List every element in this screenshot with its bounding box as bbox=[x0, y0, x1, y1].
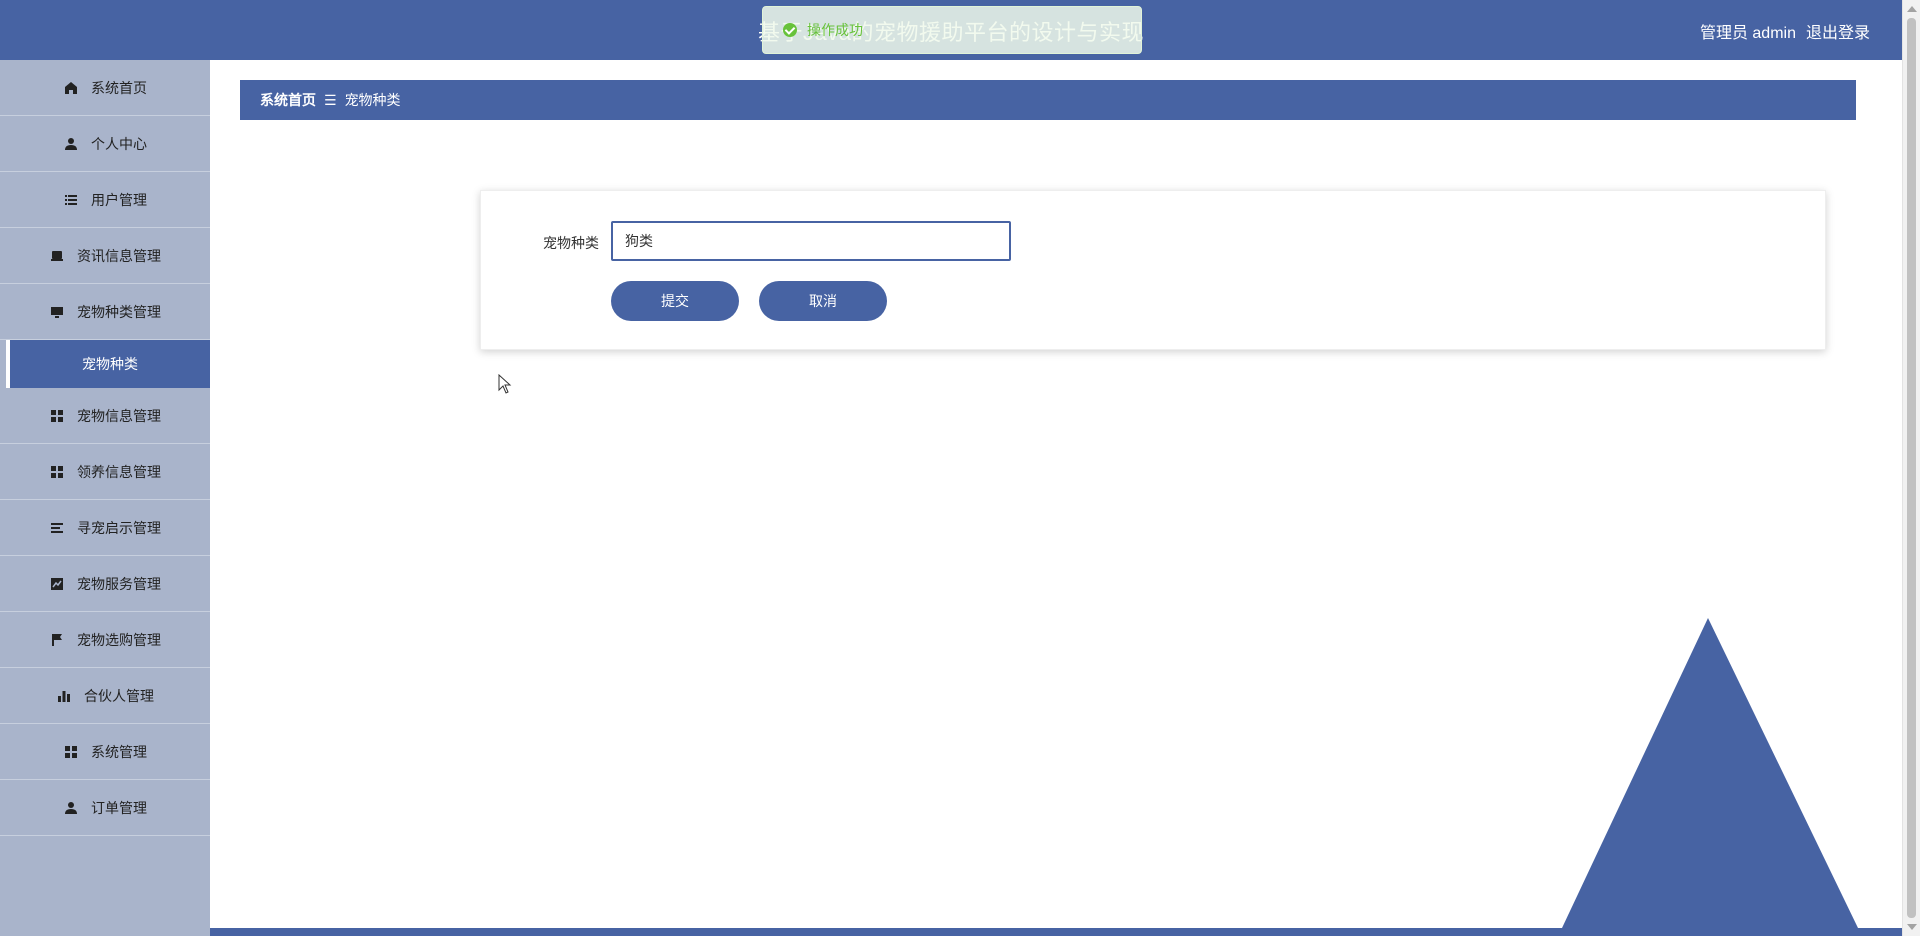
flag-icon bbox=[49, 632, 65, 648]
home-icon bbox=[63, 80, 79, 96]
sidebar-item-label: 系统管理 bbox=[91, 743, 147, 760]
list-icon bbox=[49, 520, 65, 536]
breadcrumb-separator: ☰ bbox=[324, 91, 337, 108]
sidebar-item-pet-info[interactable]: 宠物信息管理 bbox=[0, 388, 210, 444]
sidebar-item-label: 订单管理 bbox=[91, 799, 147, 816]
sidebar-item-orders[interactable]: 订单管理 bbox=[0, 780, 210, 836]
check-circle-icon bbox=[783, 23, 797, 37]
sidebar-item-label: 领养信息管理 bbox=[77, 463, 161, 480]
pet-category-label: 宠物种类 bbox=[543, 235, 599, 251]
decorative-triangle bbox=[1562, 618, 1858, 928]
scroll-up-arrow-icon[interactable] bbox=[1907, 6, 1917, 12]
user-area: 管理员 admin 退出登录 bbox=[1700, 19, 1870, 43]
sidebar-item-pet-service[interactable]: 宠物服务管理 bbox=[0, 556, 210, 612]
sidebar-subitem-pet-category[interactable]: 宠物种类 bbox=[6, 340, 210, 388]
bar-chart-icon bbox=[56, 688, 72, 704]
pet-category-input[interactable] bbox=[611, 221, 1011, 261]
logout-link[interactable]: 退出登录 bbox=[1806, 19, 1870, 43]
sidebar-item-label: 宠物选购管理 bbox=[77, 631, 161, 648]
mouse-pointer-icon bbox=[498, 374, 512, 394]
sidebar-item-label: 系统首页 bbox=[91, 79, 147, 96]
chart-icon bbox=[49, 576, 65, 592]
scrollbar-thumb[interactable] bbox=[1907, 18, 1916, 918]
sidebar-item-label: 用户管理 bbox=[91, 191, 147, 208]
breadcrumb-home[interactable]: 系统首页 bbox=[260, 90, 316, 110]
sidebar-item-label: 宠物信息管理 bbox=[77, 407, 161, 424]
bottom-bar bbox=[210, 928, 1902, 936]
sidebar-item-partners[interactable]: 合伙人管理 bbox=[0, 668, 210, 724]
sidebar-item-home[interactable]: 系统首页 bbox=[0, 60, 210, 116]
success-toast: 操作成功 bbox=[762, 6, 1142, 54]
user-label: 管理员 admin bbox=[1699, 25, 1796, 42]
sidebar-item-pet-shop[interactable]: 宠物选购管理 bbox=[0, 612, 210, 668]
toast-message: 操作成功 bbox=[807, 22, 863, 38]
sidebar-item-label: 合伙人管理 bbox=[84, 687, 154, 704]
grid-icon bbox=[49, 464, 65, 480]
sidebar-item-label: 寻宠启示管理 bbox=[77, 519, 161, 536]
sidebar-item-system[interactable]: 系统管理 bbox=[0, 724, 210, 780]
pet-category-form: 宠物种类 提交 取消 bbox=[480, 190, 1826, 350]
sidebar-item-label: 宠物种类管理 bbox=[77, 303, 161, 320]
sidebar-item-users[interactable]: 用户管理 bbox=[0, 172, 210, 228]
sidebar-item-label: 资讯信息管理 bbox=[77, 247, 161, 264]
sidebar-item-profile[interactable]: 个人中心 bbox=[0, 116, 210, 172]
user-icon bbox=[63, 800, 79, 816]
scroll-down-arrow-icon[interactable] bbox=[1907, 924, 1917, 930]
sidebar-item-pet-category[interactable]: 宠物种类管理 bbox=[0, 284, 210, 340]
sidebar-item-label: 个人中心 bbox=[91, 135, 147, 152]
vertical-scrollbar[interactable] bbox=[1902, 0, 1920, 936]
cancel-button[interactable]: 取消 bbox=[759, 281, 887, 321]
submit-button[interactable]: 提交 bbox=[611, 281, 739, 321]
sidebar-item-label: 宠物服务管理 bbox=[77, 575, 161, 592]
sidebar-subitem-label: 宠物种类 bbox=[82, 356, 138, 372]
list-icon bbox=[63, 192, 79, 208]
sidebar-item-news[interactable]: 资讯信息管理 bbox=[0, 228, 210, 284]
grid-icon bbox=[49, 408, 65, 424]
breadcrumb: 系统首页 ☰ 宠物种类 bbox=[240, 80, 1856, 120]
sidebar-item-adoption[interactable]: 领养信息管理 bbox=[0, 444, 210, 500]
sidebar: 系统首页 个人中心 用户管理 资讯信息管理 宠物种类管理 宠物种类 宠物信息管理 bbox=[0, 60, 210, 936]
inbox-icon bbox=[49, 248, 65, 264]
user-icon bbox=[63, 136, 79, 152]
sidebar-item-lost-pet[interactable]: 寻宠启示管理 bbox=[0, 500, 210, 556]
monitor-icon bbox=[49, 304, 65, 320]
breadcrumb-current: 宠物种类 bbox=[344, 92, 401, 108]
grid-icon bbox=[63, 744, 79, 760]
